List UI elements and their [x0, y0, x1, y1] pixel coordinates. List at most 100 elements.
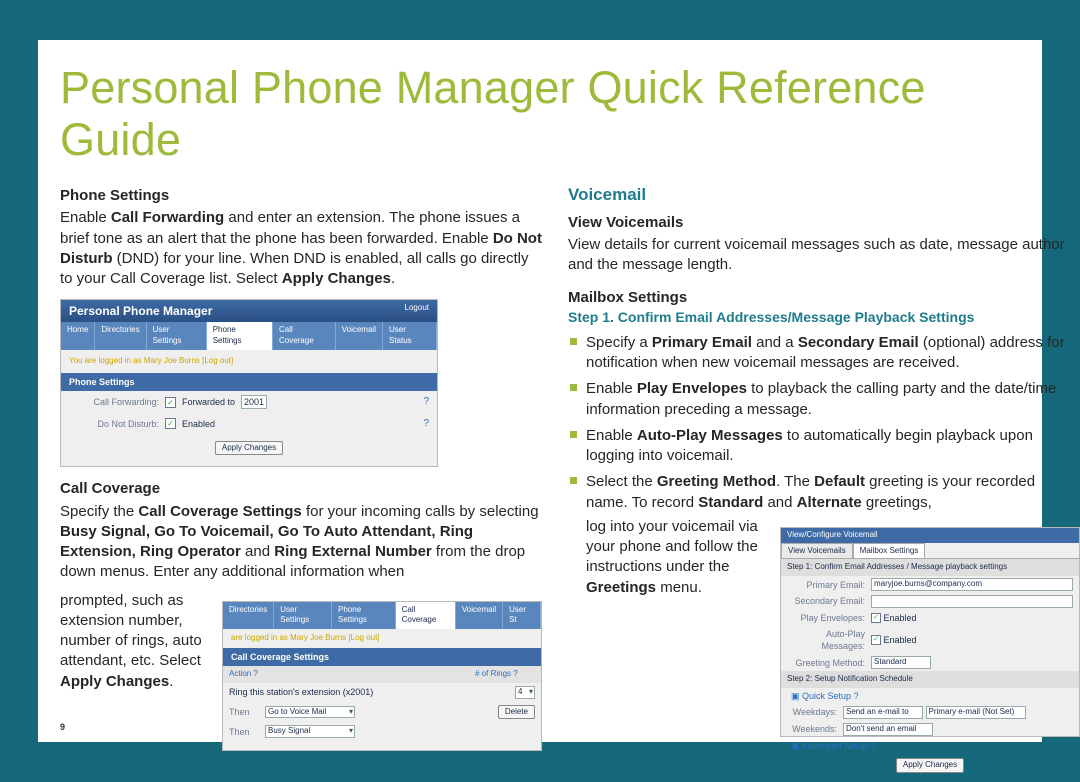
voicemail-heading: Voicemail [568, 184, 1080, 207]
bold-apply-changes: Apply Changes [282, 270, 391, 287]
fig1-tab-directories: Directories [95, 322, 146, 350]
text: and a [752, 334, 798, 351]
fig1-dnd-label: Do Not Disturb: [69, 418, 159, 430]
view-voicemails-heading: View Voicemails [568, 213, 1080, 233]
fig3-row-weekdays: Weekdays: Send an e-mail to Primary e-ma… [781, 704, 1079, 721]
bold-ring-external: Ring External Number [274, 543, 432, 560]
text: . [169, 673, 173, 690]
fig2-tab-active: Call Coverage [396, 602, 456, 630]
bold-greetings: Greetings [586, 579, 656, 596]
fig2-panel-header: Call Coverage Settings [223, 648, 541, 666]
call-coverage-wrap: prompted, such as extension number, numb… [60, 591, 542, 751]
view-voicemails-paragraph: View details for current voicemail messa… [568, 235, 1080, 276]
bullet-primary-email: Specify a Primary Email and a Secondary … [568, 333, 1080, 374]
fig3-auto-play-label: Auto-Play Messages: [787, 628, 871, 652]
fig2-logged-in: are logged in as Mary Joe Burns [Log out… [223, 629, 541, 648]
text: menu. [656, 579, 702, 596]
bold-play-envelopes: Play Envelopes [637, 380, 747, 397]
fig3-advanced-setup: ▣ Advanced Setup ? [781, 738, 1079, 754]
bullet-greeting-method: Select the Greeting Method. The Default … [568, 472, 1080, 737]
phone-settings-heading: Phone Settings [60, 186, 542, 206]
fig2-tab: User St [503, 602, 541, 630]
fig2-ring-dropdown: 4 [515, 686, 535, 699]
fig1-dnd-checkbox: ✓ [165, 418, 176, 429]
fig2-opt1-dropdown: Go to Voice Mail [265, 706, 355, 719]
fig3-row-greeting-method: Greeting Method: Standard [781, 654, 1079, 671]
fig1-logged-in: You are logged in as Mary Joe Burns [Log… [61, 350, 437, 373]
fig3-auto-play-value: Enabled [884, 634, 917, 646]
fig3-greeting-label: Greeting Method: [787, 657, 871, 669]
fig1-cf-checkbox: ✓ [165, 397, 176, 408]
fig2-then-label: Then [229, 706, 261, 718]
text: Enable [60, 209, 111, 226]
fig3-primary-input: maryjoe.burns@company.com [871, 578, 1073, 591]
fig3-row-play-env: Play Envelopes: ✓ Enabled [781, 610, 1079, 626]
call-coverage-tail: prompted, such as extension number, numb… [60, 591, 212, 751]
fig3-weekends-label: Weekends: [787, 723, 843, 735]
fig2-opt2-dropdown: Busy Signal [265, 725, 355, 738]
page-number: 9 [60, 722, 65, 732]
fig2-delete-button: Delete [498, 705, 535, 720]
text: Enable [586, 380, 637, 397]
text: for your incoming calls by selecting [302, 503, 539, 520]
text: greetings, [862, 494, 932, 511]
fig1-row-dnd: Do Not Disturb: ✓ Enabled ? [61, 413, 437, 435]
fig1-tab-user-settings: User Settings [147, 322, 207, 350]
fig1-dnd-enabled: Enabled [182, 418, 215, 430]
fig2-tabs: Directories User Settings Phone Settings… [223, 602, 541, 630]
screenshot-call-coverage: Directories User Settings Phone Settings… [222, 601, 542, 751]
bold-cc-settings: Call Coverage Settings [138, 503, 301, 520]
fig3-topbar: View/Configure Voicemail [781, 528, 1079, 543]
fig3-row-weekends: Weekends: Don't send an email [781, 721, 1079, 738]
fig3-secondary-input [871, 595, 1073, 608]
fig2-ring-station: Ring this station's extension (x2001) [229, 686, 511, 698]
text: . [391, 270, 395, 287]
bullet-auto-play: Enable Auto-Play Messages to automatical… [568, 426, 1080, 467]
text: Specify the [60, 503, 138, 520]
fig2-tab: Phone Settings [332, 602, 396, 630]
fig1-panel-header: Phone Settings [61, 373, 437, 391]
fig3-row-primary-email: Primary Email: maryjoe.burns@company.com [781, 576, 1079, 593]
fig1-cf-fwd-label: Forwarded to [182, 396, 235, 408]
help-icon: ? [513, 669, 517, 678]
fig3-play-env-label: Play Envelopes: [787, 612, 871, 624]
bullet-play-envelopes: Enable Play Envelopes to playback the ca… [568, 379, 1080, 420]
fig3-tab-view: View Voicemails [781, 543, 853, 559]
fig1-tab-voicemail: Voicemail [336, 322, 383, 350]
mailbox-settings-heading: Mailbox Settings [568, 288, 1080, 308]
bold-auto-play: Auto-Play Messages [637, 427, 783, 444]
fig3-primary-label: Primary Email: [787, 579, 871, 591]
bold-primary-email: Primary Email [652, 334, 752, 351]
bold-secondary-email: Secondary Email [798, 334, 919, 351]
fig3-quick-setup: ▣ Quick Setup ? [781, 688, 1079, 704]
fig1-row-call-forwarding: Call Forwarding: ✓ Forwarded to 2001 ? [61, 391, 437, 413]
checkbox-icon: ✓ [871, 635, 881, 645]
left-column: Phone Settings Enable Call Forwarding an… [60, 184, 542, 751]
fig1-tab-phone-settings: Phone Settings [207, 322, 273, 350]
fig1-tabs: Home Directories User Settings Phone Set… [61, 322, 437, 350]
fig3-weekdays-target: Primary e-mail (Not Set) [926, 706, 1026, 719]
fig2-tab: Directories [223, 602, 274, 630]
fig2-then-label: Then [229, 726, 261, 738]
help-icon: ? [854, 691, 859, 701]
text: Specify a [586, 334, 652, 351]
step1-heading: Step 1. Confirm Email Addresses/Message … [568, 308, 1080, 327]
fig3-quick-setup-link: Quick Setup [802, 691, 851, 701]
fig1-tab-home: Home [61, 322, 95, 350]
fig3-weekdays-action: Send an e-mail to [843, 706, 923, 719]
text: and [763, 494, 796, 511]
checkbox-icon: ✓ [871, 613, 881, 623]
fig2-row-then1: Then Go to Voice Mail Delete [223, 702, 541, 723]
bold-greeting-method: Greeting Method [657, 473, 776, 490]
fig1-apply-row: Apply Changes [61, 435, 437, 462]
bold-call-forwarding: Call Forwarding [111, 209, 224, 226]
screenshot-phone-settings: Personal Phone Manager Logout Home Direc… [60, 299, 438, 467]
call-coverage-paragraph: Specify the Call Coverage Settings for y… [60, 502, 542, 583]
fig2-row-ring: Ring this station's extension (x2001) 4 [223, 683, 541, 702]
right-column: Voicemail View Voicemails View details f… [568, 184, 1080, 751]
fig1-titlebar: Personal Phone Manager Logout [61, 300, 437, 322]
fig3-advanced-link: Advanced Setup [802, 741, 868, 751]
bold-standard: Standard [698, 494, 763, 511]
fig3-greeting-dropdown: Standard [871, 656, 931, 669]
fig3-weekends-action: Don't send an email [843, 723, 933, 736]
